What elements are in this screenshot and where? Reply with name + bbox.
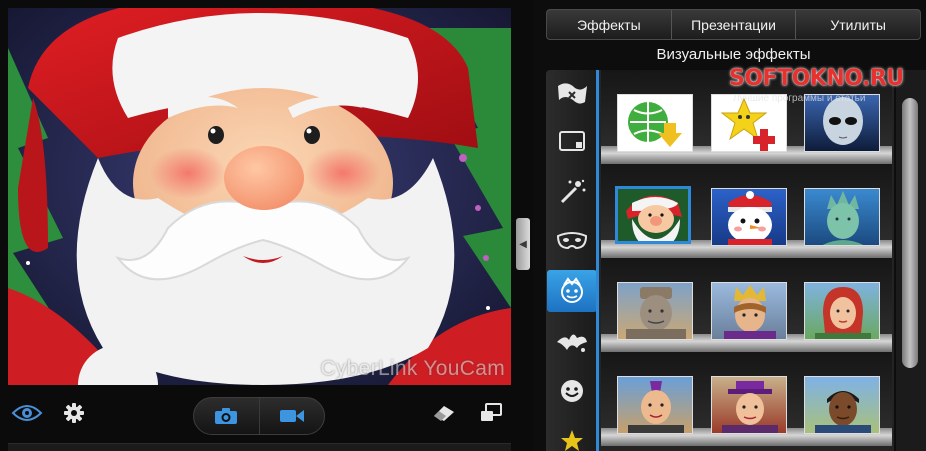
effect-thumb-santa[interactable] — [615, 186, 691, 244]
section-title: Визуальные эффекты — [656, 46, 811, 63]
eraser-icon[interactable] — [430, 400, 458, 426]
effect-thumb-red-hair-woman[interactable] — [804, 282, 880, 340]
effects-scrollbar[interactable] — [896, 70, 926, 451]
tab-presentations[interactable]: Презентации — [670, 10, 796, 39]
video-camera-icon[interactable] — [258, 398, 325, 434]
camera-preview: CyberLink YouCam — [8, 8, 511, 385]
effect-thumb-terracotta-warrior[interactable] — [617, 282, 693, 340]
category-mask[interactable] — [547, 220, 597, 262]
gear-icon[interactable] — [60, 400, 88, 426]
effect-category-sidebar — [546, 70, 598, 451]
category-emotion[interactable] — [547, 370, 597, 412]
effect-thumb-man-purple-hat[interactable] — [711, 376, 787, 434]
effect-thumb-man-dark[interactable] — [804, 376, 880, 434]
magic-wand-icon — [560, 179, 586, 204]
effects-panel: Эффекты Презентации Утилиты Визуальные э… — [533, 0, 926, 451]
tab-effects[interactable]: Эффекты — [547, 10, 671, 39]
scrollbar-thumb[interactable] — [902, 98, 918, 368]
category-avatar[interactable] — [547, 270, 597, 312]
preview-toolbar — [0, 388, 520, 451]
effect-thumb-statue-of-liberty[interactable] — [804, 188, 880, 246]
tab-utilities[interactable]: Утилиты — [795, 10, 920, 39]
youcam-window: CyberLink YouCam ◀ Эффекты Презентации У… — [0, 0, 926, 451]
star-icon — [561, 430, 583, 451]
capture-mode-group — [193, 397, 325, 435]
effect-thumb-king[interactable] — [711, 282, 787, 340]
site-watermark-logo: SOFTOKNO.RU Лучшие программы и статьи — [729, 66, 925, 110]
effect-thumb-globe-download[interactable] — [617, 94, 693, 152]
window-swap-icon[interactable] — [477, 400, 505, 426]
mask-icon — [556, 232, 588, 250]
splitter-handle[interactable]: ◀ — [516, 218, 530, 270]
effect-thumb-man-mohawk[interactable] — [617, 376, 693, 434]
effects-row — [599, 258, 894, 352]
status-strip — [8, 443, 511, 451]
site-logo-text: SOFTOKNO.RU — [729, 66, 904, 91]
main-tabs: Эффекты Презентации Утилиты — [546, 9, 921, 40]
category-scene[interactable] — [547, 74, 597, 116]
category-splash[interactable] — [547, 320, 597, 362]
effects-row — [599, 352, 894, 446]
camera-icon[interactable] — [194, 398, 259, 434]
watermark-text: CyberLink YouCam — [320, 357, 505, 380]
smiley-icon — [561, 380, 583, 402]
effects-grid — [599, 70, 894, 451]
category-favorites[interactable] — [547, 420, 597, 451]
site-logo-subtitle: Лучшие программы и статьи — [733, 93, 866, 104]
eye-icon[interactable] — [10, 400, 44, 426]
avatar-face-icon — [561, 277, 583, 303]
frame-icon — [559, 131, 585, 151]
effect-thumb-snowman[interactable] — [711, 188, 787, 246]
splash-icon — [557, 334, 587, 352]
category-magic[interactable] — [547, 170, 597, 212]
effects-row — [599, 164, 894, 258]
flag-icon — [558, 83, 587, 104]
santa-preview-image — [8, 8, 511, 385]
category-frame[interactable] — [547, 120, 597, 162]
